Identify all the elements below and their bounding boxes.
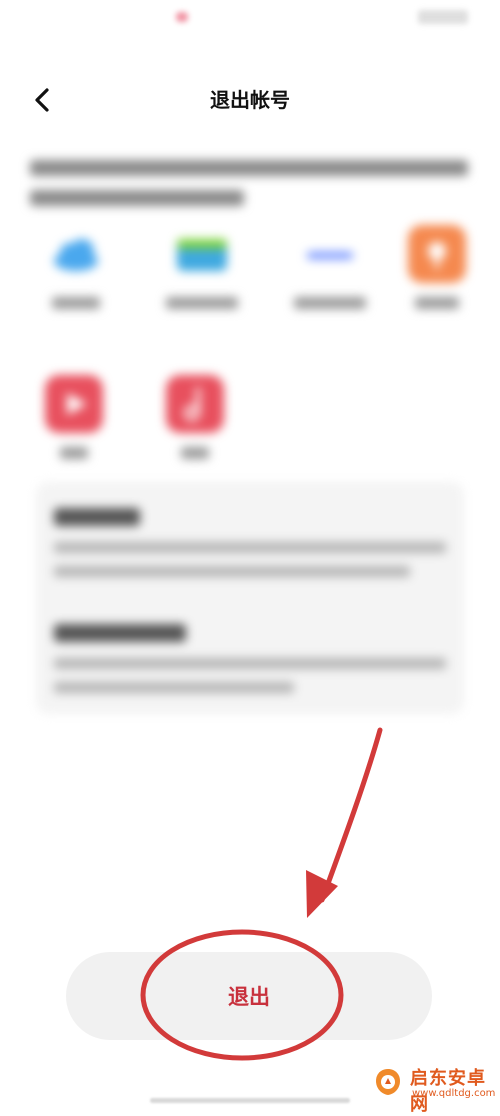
video-icon	[45, 375, 103, 433]
app-label	[24, 447, 124, 463]
wallet-icon	[173, 225, 231, 283]
app-label	[280, 297, 380, 313]
home-indicator	[150, 1098, 350, 1103]
annotation-arrow	[306, 727, 383, 918]
heart-icon	[408, 225, 466, 283]
affected-apps-grid	[0, 225, 500, 485]
info-section-text	[54, 536, 449, 592]
app-label	[26, 297, 126, 313]
logout-description	[30, 152, 470, 222]
app-item	[145, 375, 245, 463]
info-section-title	[54, 624, 186, 647]
cloud-icon	[47, 225, 105, 283]
app-label	[145, 447, 245, 463]
watermark: 启东安卓网 www.qdltdg.com	[372, 1062, 496, 1115]
app-item	[152, 225, 252, 313]
logout-button[interactable]: 退出	[66, 952, 432, 1040]
status-icons	[418, 10, 468, 24]
app-item	[387, 225, 487, 313]
status-bar	[0, 0, 500, 36]
info-section-text	[54, 652, 449, 708]
music-icon	[166, 375, 224, 433]
page-title: 退出帐号	[210, 88, 290, 112]
info-section-title	[54, 508, 140, 531]
info-card	[36, 482, 464, 714]
app-item	[24, 375, 124, 463]
app-label	[152, 297, 252, 313]
app-label	[387, 297, 487, 313]
watermark-url: www.qdltdg.com	[412, 1088, 496, 1099]
app-item	[26, 225, 126, 313]
watermark-logo-icon	[376, 1069, 400, 1095]
notification-dot	[176, 12, 188, 22]
app-item	[280, 225, 380, 313]
brand-logo-icon	[301, 225, 359, 283]
header: 退出帐号	[0, 70, 500, 126]
